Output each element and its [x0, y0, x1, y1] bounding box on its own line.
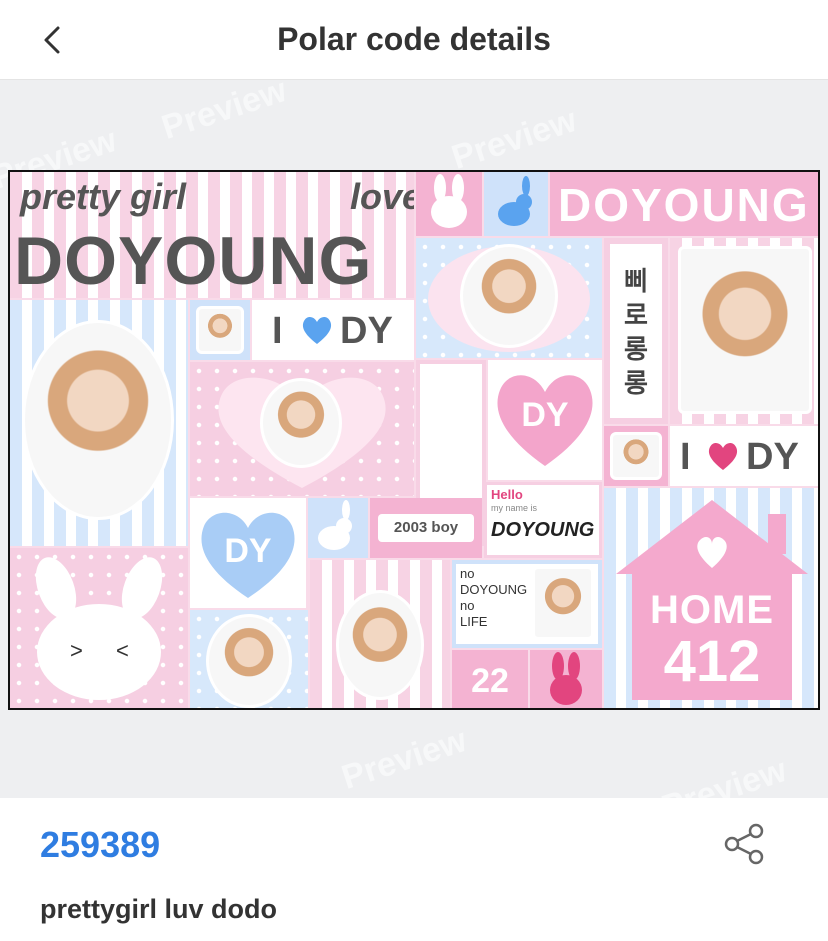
- i-text: I: [272, 310, 283, 352]
- photo: [196, 306, 244, 354]
- blue-heart-dy-text: DY: [224, 532, 272, 570]
- photo-tile: [670, 238, 818, 424]
- polar-code[interactable]: 259389: [40, 824, 160, 866]
- life-text: LIFE: [460, 614, 488, 629]
- svg-text:>: >: [70, 638, 83, 663]
- no-text: no: [460, 598, 475, 613]
- page-title: Polar code details: [277, 21, 551, 57]
- dy-heart-tile: DY: [488, 360, 602, 480]
- rabbit-icon: [498, 176, 532, 226]
- top-bar: Polar code details: [0, 0, 828, 80]
- love-text: love: [350, 176, 414, 217]
- photo: [460, 244, 558, 348]
- polar-code-image[interactable]: pretty girl love DOYOUNG DOYOUNG: [8, 170, 820, 710]
- watermark: Preview: [337, 721, 472, 797]
- korean-tile: 삐로롱롱: [604, 238, 668, 424]
- details-footer: 259389 prettygirl luv dodo: [0, 798, 828, 941]
- hello-tag-tile: Hello my name is DOYOUNG: [484, 482, 602, 558]
- doyoung-big-text: DOYOUNG: [14, 223, 373, 298]
- rabbit-icon: [318, 500, 352, 550]
- number-22-text: 22: [471, 662, 509, 700]
- photo: [532, 566, 594, 640]
- bunny-icon: [431, 174, 467, 228]
- no-text: no: [460, 566, 475, 581]
- photo-tile: [416, 238, 602, 358]
- bunny-face-tile: > <: [10, 548, 188, 708]
- dy-text: DY: [340, 310, 393, 352]
- share-icon[interactable]: [722, 822, 766, 866]
- bunny-tile: [484, 172, 548, 236]
- preview-area: Preview Preview Preview Preview Preview …: [0, 80, 828, 798]
- i-love-dy-tile: I DY: [670, 426, 818, 486]
- dy-text: DY: [746, 436, 799, 478]
- home-text: HOME: [650, 588, 774, 632]
- svg-text:<: <: [116, 638, 129, 663]
- hello-name-text: DOYOUNG: [491, 519, 595, 541]
- korean-text: 삐로롱롱: [624, 266, 648, 398]
- no-life-tile: no DOYOUNG no LIFE: [452, 560, 602, 648]
- bunny-tile: [416, 172, 482, 236]
- photo: [22, 320, 174, 520]
- number-22-tile: 22: [452, 650, 528, 708]
- boy-tag-tile: 2003 boy: [370, 498, 482, 558]
- photo: [610, 432, 662, 480]
- pretty-girl-text: pretty girl: [20, 176, 187, 217]
- hello-text: Hello: [491, 487, 523, 502]
- photo: [206, 614, 292, 708]
- bunny-tile: [308, 498, 368, 558]
- watermark: Preview: [157, 80, 292, 147]
- hello-small-text: my name is: [491, 503, 538, 513]
- blue-heart-icon: [302, 316, 332, 344]
- watermark: Preview: [657, 751, 792, 798]
- code-description: prettygirl luv dodo: [40, 894, 278, 924]
- photo: [336, 590, 424, 700]
- blue-dy-heart-tile: DY: [190, 498, 306, 608]
- photo-tile: [310, 560, 450, 708]
- photo-tile: [190, 610, 308, 708]
- home-tile: HOME 412: [604, 488, 818, 708]
- photo-tile: [10, 300, 188, 546]
- bunny-icon: [550, 652, 582, 705]
- doyoung-outline-tile: DOYOUNG: [550, 172, 818, 236]
- boy-tag: 2003 boy: [378, 514, 474, 542]
- dy-heart-text: DY: [521, 396, 569, 434]
- i-love-dy-tile: I DY: [252, 300, 414, 360]
- i-text: I: [680, 436, 691, 478]
- photo: [678, 246, 812, 414]
- photo-tile: [190, 300, 250, 360]
- pink-heart-icon: [708, 442, 738, 470]
- watermark: Preview: [447, 101, 582, 177]
- bunny-tile: [530, 650, 602, 708]
- photo: [260, 378, 342, 468]
- bunny-face-icon: > <: [35, 557, 163, 700]
- title-block: pretty girl love DOYOUNG: [10, 172, 414, 298]
- doyoung-outline-text: DOYOUNG: [558, 179, 810, 231]
- heart-photo-tile: [190, 362, 414, 496]
- no-doyoung-text: DOYOUNG: [460, 582, 528, 597]
- photo-tile: [604, 426, 668, 486]
- home-number-text: 412: [663, 629, 761, 694]
